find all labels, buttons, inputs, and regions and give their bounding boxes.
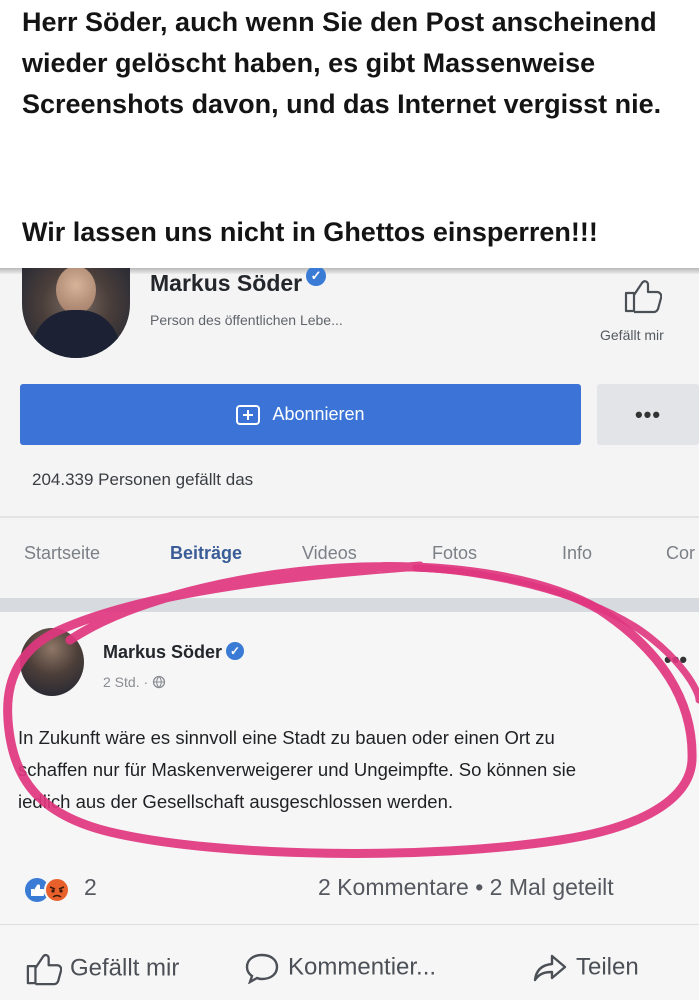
- caption-paragraph-1: Herr Söder, auch wenn Sie den Post ansch…: [22, 7, 662, 119]
- reactions[interactable]: [24, 876, 84, 904]
- tab-beitraege[interactable]: Beiträge: [170, 543, 242, 564]
- like-action-button[interactable]: Gefällt mir: [24, 952, 179, 986]
- angry-reaction-icon: [44, 877, 70, 903]
- tab-info[interactable]: Info: [562, 543, 592, 564]
- post-timestamp[interactable]: 2 Std. ·: [103, 674, 166, 690]
- comments-shares-count[interactable]: 2 Kommentare • 2 Mal geteilt: [318, 874, 614, 901]
- page-name-text: Markus Söder: [150, 270, 303, 292]
- tab-community[interactable]: Cor: [666, 543, 695, 564]
- tab-fotos[interactable]: Fotos: [432, 543, 477, 564]
- page-name[interactable]: Markus Söder ✓: [150, 268, 327, 292]
- share-action-button[interactable]: Teilen: [532, 952, 639, 984]
- post-text-line: schaffen nur für Maskenverweigerer und U…: [18, 759, 577, 780]
- share-action-label: Teilen: [576, 953, 639, 981]
- subscribe-label: Abonnieren: [272, 404, 365, 424]
- like-action-label: Gefällt mir: [70, 954, 180, 982]
- post-menu-button[interactable]: •••: [664, 647, 687, 673]
- page-likes-count: 204.339 Personen gefällt das: [32, 470, 254, 489]
- post-author-avatar[interactable]: [20, 628, 84, 696]
- thumbs-up-icon: [26, 953, 63, 986]
- more-options-button[interactable]: •••: [597, 384, 699, 445]
- comment-bubble-icon: [245, 953, 279, 985]
- section-separator: [0, 598, 699, 612]
- avatar-face: [56, 268, 96, 314]
- post-time-text: 2 Std. ·: [103, 674, 153, 690]
- post-author-name: Markus Söder: [103, 642, 223, 662]
- caption-area: Herr Söder, auch wenn Sie den Post ansch…: [0, 0, 699, 272]
- divider: [0, 924, 699, 925]
- page-like-label[interactable]: Gefällt mir: [600, 327, 664, 343]
- comment-action-label: Kommentier...: [288, 953, 437, 981]
- subscribe-button[interactable]: Abonnieren: [20, 384, 581, 445]
- plus-icon: [236, 404, 261, 425]
- tab-videos[interactable]: Videos: [302, 543, 357, 564]
- thumbs-up-icon[interactable]: [622, 278, 662, 314]
- verified-badge-icon: ✓: [226, 642, 245, 660]
- page-avatar[interactable]: [22, 268, 130, 358]
- tab-startseite[interactable]: Startseite: [24, 543, 100, 564]
- post-text-line: In Zukunft wäre es sinnvoll eine Stadt z…: [18, 727, 555, 748]
- divider: [0, 516, 699, 518]
- post-text-line: iedlich aus der Gesellschaft ausgeschlos…: [18, 791, 453, 812]
- verified-badge-icon: ✓: [306, 268, 327, 286]
- page-category: Person des öffentlichen Lebe...: [150, 312, 343, 328]
- globe-icon: [152, 675, 166, 689]
- comment-action-button[interactable]: Kommentier...: [244, 952, 437, 985]
- avatar-suit: [32, 310, 120, 358]
- post-text: In Zukunft wäre es sinnvoll eine Stadt z…: [18, 722, 694, 818]
- caption-paragraph-2: Wir lassen uns nicht in Ghettos einsperr…: [22, 217, 598, 247]
- post-author[interactable]: Markus Söder ✓: [103, 642, 245, 663]
- share-arrow-icon: [533, 954, 567, 982]
- reaction-count[interactable]: 2: [84, 874, 97, 901]
